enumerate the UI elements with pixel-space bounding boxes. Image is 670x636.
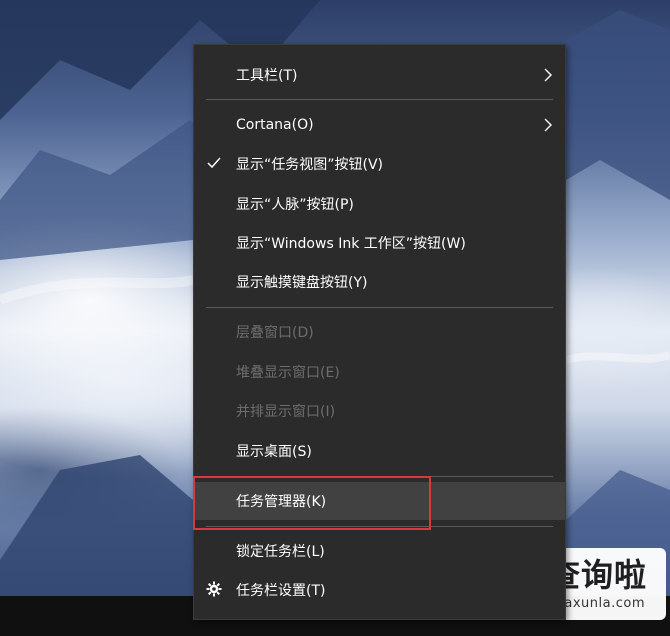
menu-item-label: 显示“Windows Ink 工作区”按钮(W)	[236, 236, 466, 252]
menu-item-label: 堆叠显示窗口(E)	[236, 365, 340, 381]
menu-item-label: 工具栏(T)	[236, 68, 298, 84]
menu-item-task-manager[interactable]: 任务管理器(K)	[194, 482, 565, 520]
gear-icon	[206, 581, 222, 597]
menu-item-label: 显示“任务视图”按钮(V)	[236, 157, 384, 173]
menu-item-show-task-view-button[interactable]: 显示“任务视图”按钮(V)	[194, 145, 565, 183]
menu-item-label: 任务管理器(K)	[236, 494, 327, 510]
menu-item-side-by-side-windows: 并排显示窗口(I)	[194, 392, 565, 430]
menu-item-taskbar-settings[interactable]: 任务栏设置(T)	[194, 571, 565, 609]
menu-item-label: 显示“人脉”按钮(P)	[236, 197, 354, 213]
menu-item-label: 锁定任务栏(L)	[236, 544, 325, 560]
taskbar-context-menu: 工具栏(T) Cortana(O) 显示“任务视图”按钮(V) 显示“人脉”按钮…	[193, 44, 566, 620]
menu-item-label: 并排显示窗口(I)	[236, 404, 336, 420]
menu-item-label: 任务栏设置(T)	[236, 583, 326, 599]
menu-item-label: 层叠窗口(D)	[236, 325, 314, 341]
menu-item-stack-windows: 堆叠显示窗口(E)	[194, 353, 565, 391]
chevron-right-icon	[544, 68, 552, 82]
menu-item-label: 显示触摸键盘按钮(Y)	[236, 275, 368, 291]
menu-separator	[206, 307, 553, 308]
checkmark-icon	[207, 157, 221, 169]
menu-item-show-people-button[interactable]: 显示“人脉”按钮(P)	[194, 185, 565, 223]
menu-separator	[206, 99, 553, 100]
menu-item-toolbars[interactable]: 工具栏(T)	[194, 56, 565, 94]
menu-item-show-touch-keyboard-button[interactable]: 显示触摸键盘按钮(Y)	[194, 263, 565, 301]
chevron-right-icon	[544, 118, 552, 132]
menu-item-label: 显示桌面(S)	[236, 444, 312, 460]
menu-item-show-windows-ink-button[interactable]: 显示“Windows Ink 工作区”按钮(W)	[194, 224, 565, 262]
menu-item-cortana[interactable]: Cortana(O)	[194, 106, 565, 144]
menu-separator	[206, 476, 553, 477]
menu-item-cascade-windows: 层叠窗口(D)	[194, 313, 565, 351]
menu-item-show-desktop[interactable]: 显示桌面(S)	[194, 432, 565, 470]
menu-item-label: Cortana(O)	[236, 117, 314, 133]
menu-separator	[206, 526, 553, 527]
menu-item-lock-taskbar[interactable]: 锁定任务栏(L)	[194, 532, 565, 570]
